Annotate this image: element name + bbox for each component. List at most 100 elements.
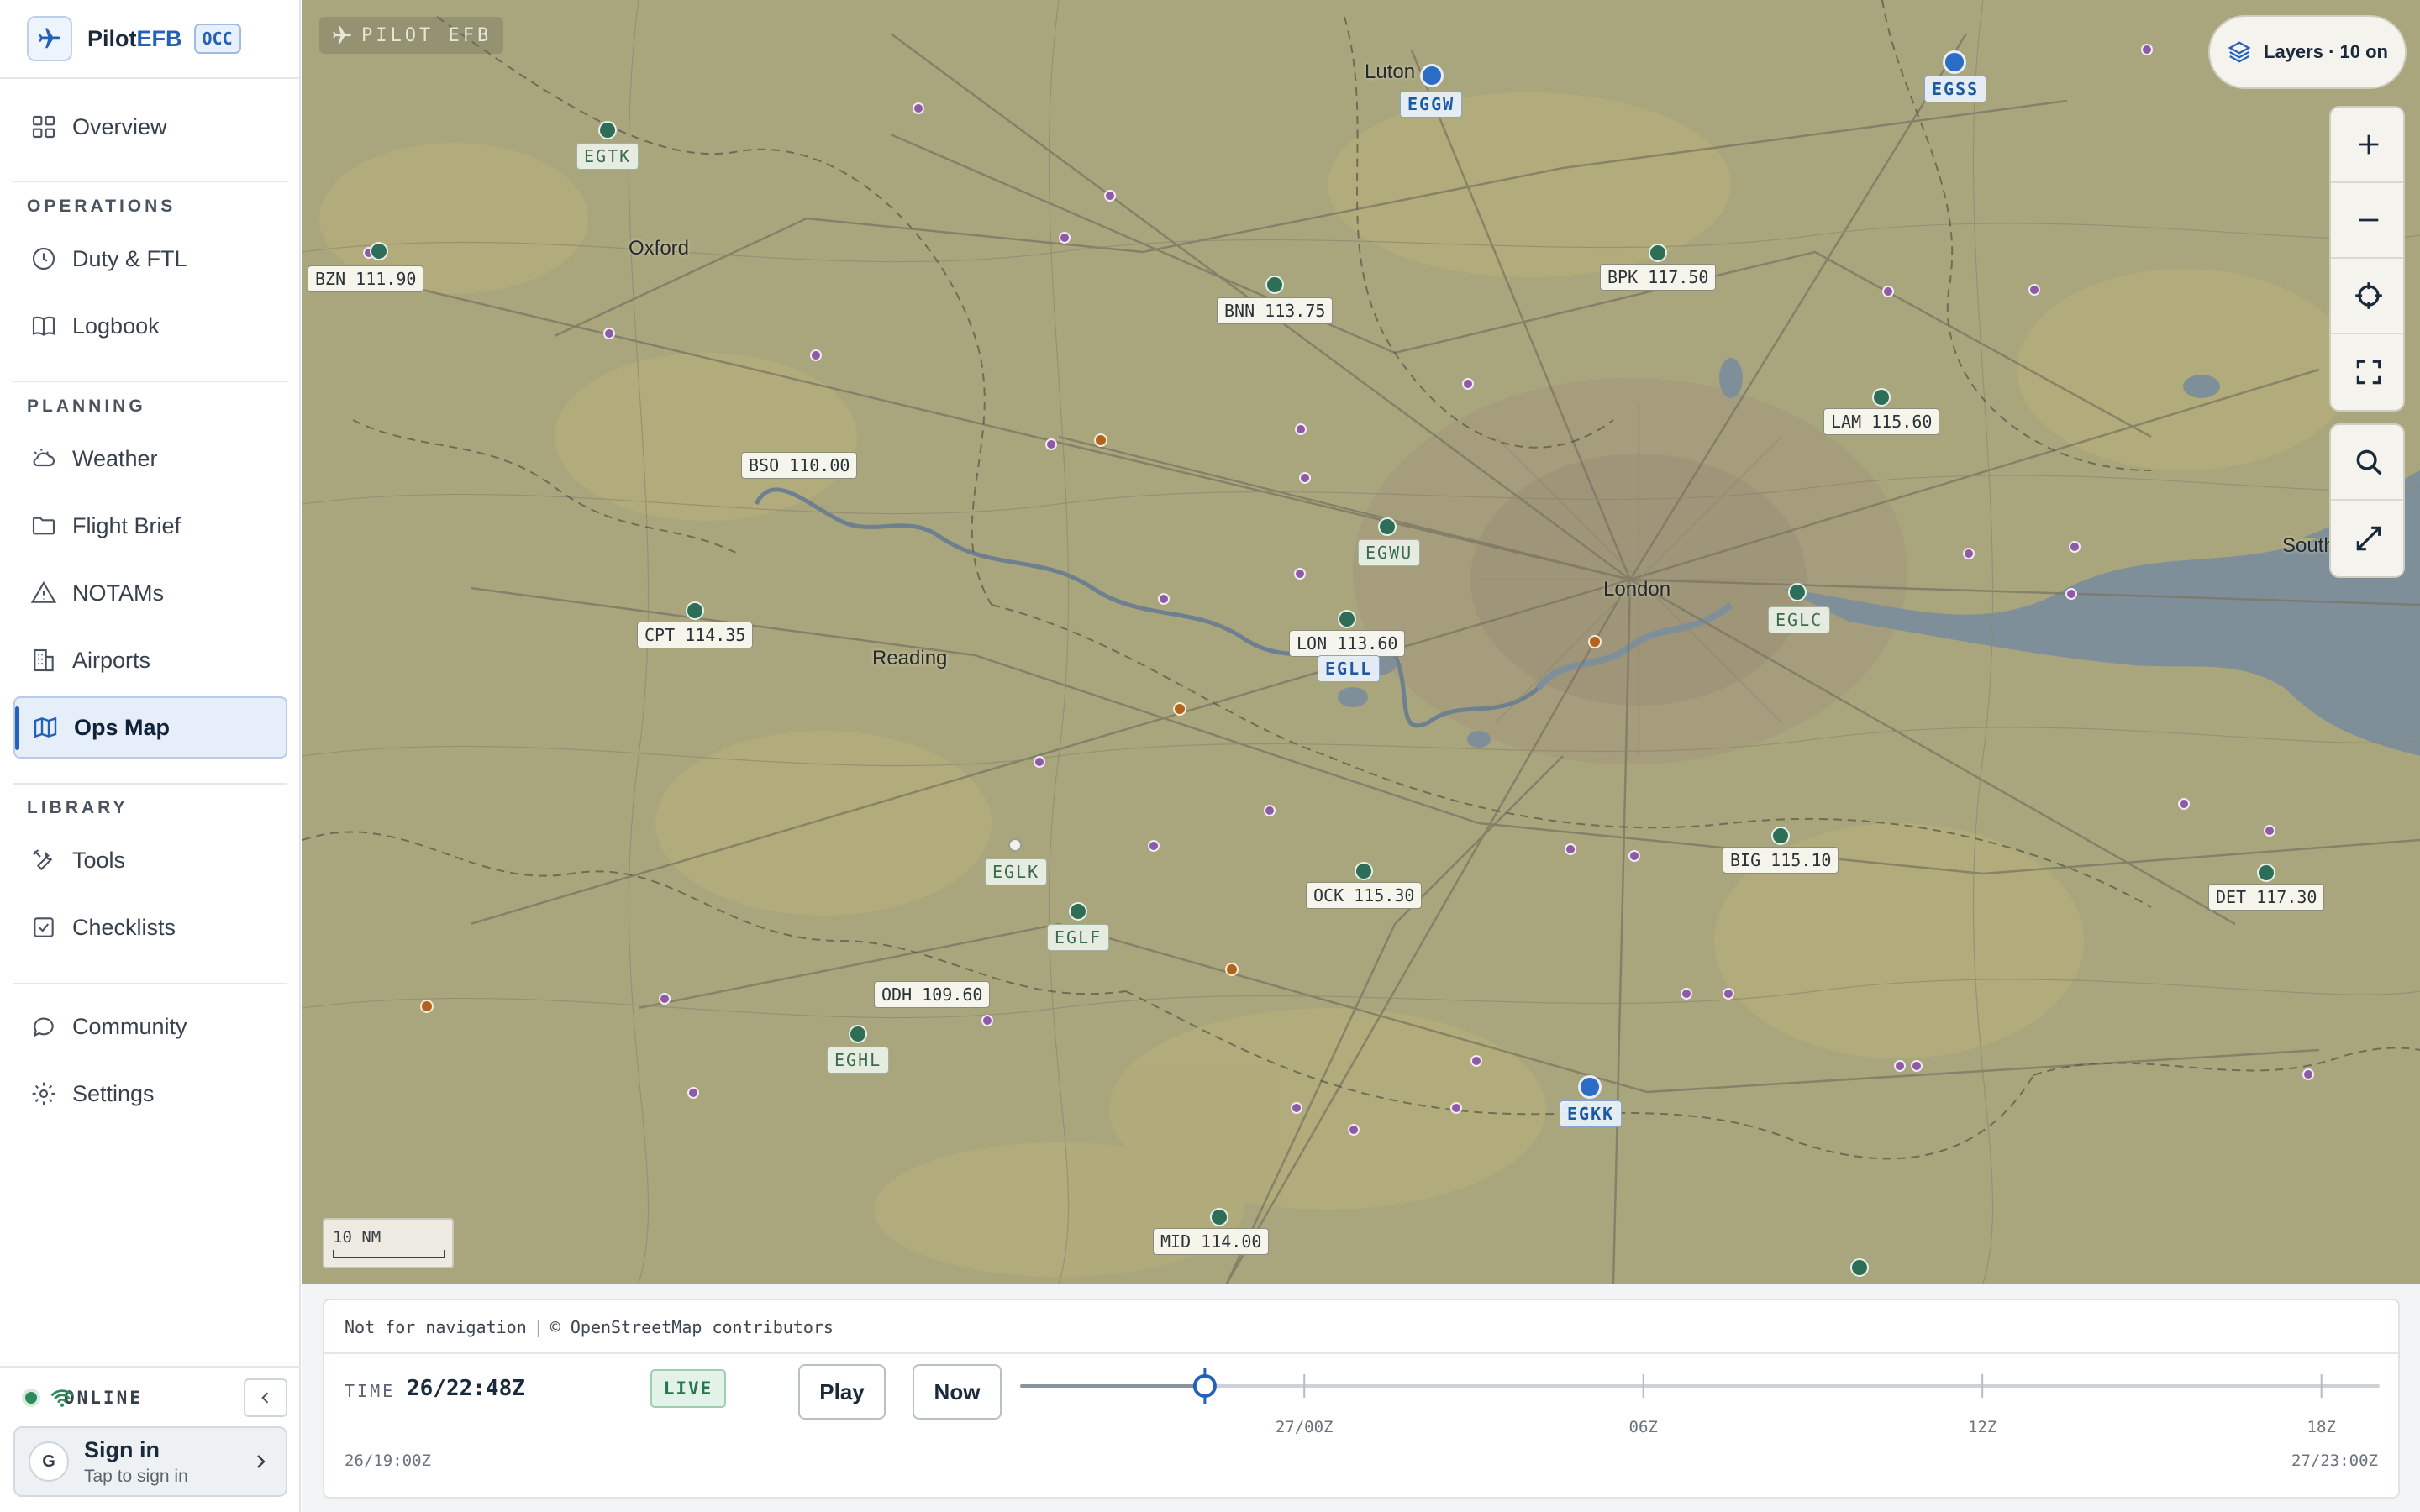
fullscreen-button[interactable] [2331,334,2403,410]
ops-map[interactable]: PILOT EFB Luton Oxford Reading London So… [302,0,2420,1284]
nav-notams[interactable]: NOTAMs [13,562,287,624]
airport-label-eggw[interactable]: EGGW [1400,91,1463,118]
zoom-out-button[interactable] [2331,183,2403,259]
nav-logbook[interactable]: Logbook [13,295,287,357]
airport-marker[interactable] [1378,517,1397,536]
navaid-marker[interactable] [686,601,704,620]
search-button[interactable] [2331,425,2403,501]
reporting-point[interactable] [913,102,924,114]
reporting-point[interactable] [1882,286,1894,297]
reporting-point[interactable] [1295,423,1307,435]
reporting-point[interactable] [1894,1060,1906,1072]
obstacle-marker[interactable] [1225,963,1239,976]
navaid-marker[interactable] [1265,276,1284,294]
obstacle-marker[interactable] [1588,635,1602,648]
reporting-point[interactable] [1911,1060,1923,1072]
reporting-point[interactable] [2065,588,2077,600]
reporting-point[interactable] [1450,1102,1462,1114]
reporting-point[interactable] [1628,850,1640,862]
navaid-marker[interactable] [370,242,388,260]
reporting-point[interactable] [1291,1102,1302,1114]
obstacle-marker[interactable] [1094,433,1107,447]
navaid-label-big[interactable]: BIG 115.10 [1723,847,1839,874]
reporting-point[interactable] [1470,1055,1482,1067]
airport-label-eghl[interactable]: EGHL [827,1047,890,1074]
reporting-point[interactable] [2069,541,2081,553]
major-airport-marker[interactable] [1578,1075,1602,1099]
reporting-point[interactable] [1264,805,1276,816]
navaid-label-lon[interactable]: LON 113.60 [1289,630,1406,657]
navaid-label-bnn[interactable]: BNN 113.75 [1217,297,1334,324]
measure-button[interactable] [2331,501,2403,576]
navaid-label-bzn[interactable]: BZN 111.90 [308,265,424,292]
reporting-point[interactable] [1681,988,1692,1000]
reporting-point[interactable] [2178,798,2190,810]
reporting-point[interactable] [2264,825,2275,837]
nav-settings[interactable]: Settings [13,1063,287,1125]
major-airport-marker[interactable] [1420,64,1444,87]
airport-label-eglf[interactable]: EGLF [1047,924,1110,951]
reporting-point[interactable] [1104,190,1116,202]
navaid-marker[interactable] [1338,610,1356,628]
sign-in-button[interactable]: G Sign in Tap to sign in [13,1426,287,1497]
airport-marker[interactable] [1788,583,1807,601]
major-airport-marker[interactable] [1943,50,1966,74]
reporting-point[interactable] [603,328,615,339]
reporting-point[interactable] [1148,840,1160,852]
navaid-label-cpt[interactable]: CPT 114.35 [637,622,754,648]
airport-marker[interactable] [849,1025,867,1043]
airport-marker[interactable] [1069,902,1087,921]
reporting-point[interactable] [1299,472,1311,484]
airport-label-eglc[interactable]: EGLC [1768,606,1831,633]
locate-button[interactable] [2331,259,2403,334]
collapse-sidebar-button[interactable] [244,1378,287,1417]
nav-tools[interactable]: Tools [13,829,287,891]
reporting-point[interactable] [2302,1068,2314,1080]
reporting-point[interactable] [659,993,671,1005]
nav-checklists[interactable]: Checklists [13,896,287,958]
navaid-marker[interactable] [1771,827,1790,845]
reporting-point[interactable] [2141,44,2153,55]
airport-label-egtk[interactable]: EGTK [576,143,639,170]
nav-weather[interactable]: Weather [13,428,287,490]
airport-label-egll[interactable]: EGLL [1318,655,1381,682]
airport-marker[interactable] [1008,838,1022,852]
airport-label-egss[interactable]: EGSS [1924,76,1987,102]
reporting-point[interactable] [1565,843,1576,855]
reporting-point[interactable] [1723,988,1734,1000]
nav-duty-ftl[interactable]: Duty & FTL [13,228,287,290]
navaid-label-bso[interactable]: BSO 110.00 [741,452,858,479]
nav-overview[interactable]: Overview [13,96,287,158]
reporting-point[interactable] [2028,284,2040,296]
obstacle-marker[interactable] [420,1000,434,1013]
navaid-marker[interactable] [1850,1258,1869,1277]
reporting-point[interactable] [1045,438,1057,450]
reporting-point[interactable] [1034,756,1045,768]
navaid-label-bpk[interactable]: BPK 117.50 [1600,264,1717,291]
navaid-label-lam[interactable]: LAM 115.60 [1823,408,1940,435]
airport-label-egwu[interactable]: EGWU [1358,539,1421,566]
reporting-point[interactable] [1294,568,1306,580]
navaid-marker[interactable] [1210,1208,1228,1226]
reporting-point[interactable] [810,349,822,361]
layers-button[interactable]: Layers · 10 on [2208,15,2407,89]
reporting-point[interactable] [1158,593,1170,605]
reporting-point[interactable] [687,1087,699,1099]
nav-airports[interactable]: Airports [13,629,287,691]
reporting-point[interactable] [1462,378,1474,390]
obstacle-marker[interactable] [1173,702,1186,716]
navaid-marker[interactable] [1355,862,1373,880]
navaid-label-mid[interactable]: MID 114.00 [1153,1228,1270,1255]
airport-label-egkk[interactable]: EGKK [1560,1100,1623,1127]
navaid-marker[interactable] [1649,244,1667,262]
airport-label-eglk[interactable]: EGLK [985,858,1048,885]
airport-marker[interactable] [598,121,617,139]
navaid-marker[interactable] [2257,864,2275,882]
nav-community[interactable]: Community [13,995,287,1058]
reporting-point[interactable] [1963,548,1975,559]
reporting-point[interactable] [1059,232,1071,244]
navaid-marker[interactable] [1872,388,1891,407]
navaid-label-ock[interactable]: OCK 115.30 [1306,882,1423,909]
navaid-label-det[interactable]: DET 117.30 [2208,884,2325,911]
nav-flight-brief[interactable]: Flight Brief [13,495,287,557]
